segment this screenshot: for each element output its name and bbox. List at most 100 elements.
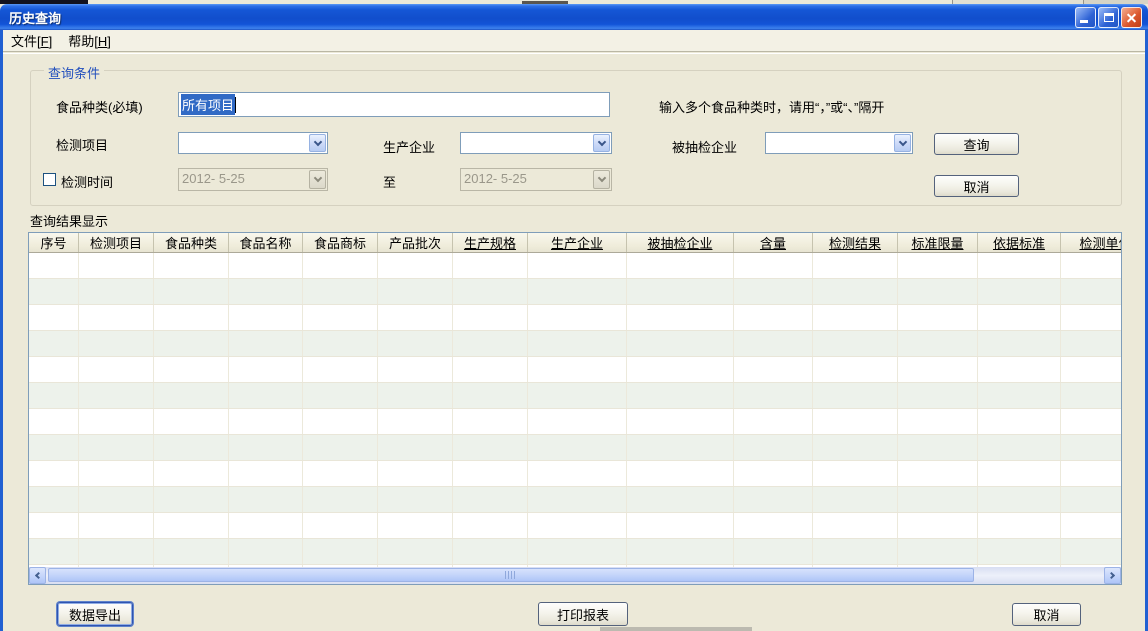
column-header[interactable]: 含量 xyxy=(734,233,813,252)
table-cell xyxy=(813,279,898,304)
table-cell xyxy=(734,513,813,538)
table-cell xyxy=(1061,539,1121,564)
table-cell xyxy=(303,253,378,278)
column-header[interactable]: 依据标准 xyxy=(978,233,1061,252)
column-header[interactable]: 检测项目 xyxy=(79,233,154,252)
table-cell xyxy=(79,331,154,356)
table-cell xyxy=(79,357,154,382)
print-report-button[interactable]: 打印报表 xyxy=(538,602,628,626)
table-cell xyxy=(453,331,528,356)
table-cell xyxy=(734,383,813,408)
table-cell xyxy=(229,253,303,278)
producer-label: 生产企业 xyxy=(383,137,435,156)
table-cell xyxy=(627,357,734,382)
table-cell xyxy=(303,357,378,382)
horizontal-scrollbar[interactable] xyxy=(29,567,1121,584)
table-cell xyxy=(453,461,528,486)
table-cell xyxy=(79,409,154,434)
table-cell xyxy=(528,435,627,460)
table-cell xyxy=(303,383,378,408)
column-header[interactable]: 被抽检企业 xyxy=(627,233,734,252)
sampled-company-combobox[interactable] xyxy=(765,132,913,154)
table-cell xyxy=(303,279,378,304)
table-cell xyxy=(898,539,978,564)
scrollbar-thumb[interactable] xyxy=(48,568,974,582)
table-cell xyxy=(528,513,627,538)
table-row xyxy=(29,435,1121,461)
table-cell xyxy=(79,253,154,278)
table-cell xyxy=(1061,461,1121,486)
chevron-down-icon[interactable] xyxy=(894,134,911,152)
text-caret xyxy=(235,97,236,113)
table-cell xyxy=(898,513,978,538)
menu-item-file[interactable]: 文件[F] xyxy=(3,29,60,52)
cancel-query-button[interactable]: 取消 xyxy=(934,175,1019,197)
title-bar[interactable]: 历史查询 xyxy=(0,4,1148,30)
table-cell xyxy=(813,513,898,538)
table-cell xyxy=(303,461,378,486)
table-cell xyxy=(229,357,303,382)
table-row xyxy=(29,539,1121,565)
results-table: 序号检测项目食品种类食品名称食品商标产品批次生产规格生产企业被抽检企业含量检测结… xyxy=(28,232,1122,585)
table-body xyxy=(29,253,1121,567)
close-button[interactable] xyxy=(1121,7,1142,28)
table-cell xyxy=(734,357,813,382)
minimize-button[interactable] xyxy=(1075,7,1096,28)
table-cell xyxy=(79,305,154,330)
table-cell xyxy=(229,305,303,330)
column-header[interactable]: 食品名称 xyxy=(229,233,303,252)
scroll-left-button[interactable] xyxy=(29,567,46,584)
column-header[interactable]: 食品种类 xyxy=(154,233,229,252)
test-item-label: 检测项目 xyxy=(56,135,108,154)
table-cell xyxy=(378,383,453,408)
table-row xyxy=(29,487,1121,513)
table-cell xyxy=(898,357,978,382)
table-cell xyxy=(734,331,813,356)
cancel-button[interactable]: 取消 xyxy=(1012,603,1081,626)
table-cell xyxy=(627,409,734,434)
column-header[interactable]: 序号 xyxy=(29,233,79,252)
chevron-down-icon[interactable] xyxy=(309,134,326,152)
combobox-value xyxy=(766,133,893,153)
table-row xyxy=(29,331,1121,357)
table-cell xyxy=(154,461,229,486)
date-from-value: 2012- 5-25 xyxy=(179,169,308,190)
menu-item-help[interactable]: 帮助[H] xyxy=(60,29,119,52)
table-cell xyxy=(627,435,734,460)
table-cell xyxy=(154,279,229,304)
export-data-button[interactable]: 数据导出 xyxy=(57,602,133,626)
column-header[interactable]: 生产企业 xyxy=(528,233,627,252)
table-cell xyxy=(813,487,898,512)
combobox-value xyxy=(179,133,308,153)
table-cell xyxy=(303,487,378,512)
table-cell xyxy=(627,279,734,304)
table-cell xyxy=(898,487,978,512)
chevron-down-icon[interactable] xyxy=(593,134,610,152)
time-filter-checkbox[interactable] xyxy=(43,173,56,186)
food-type-input[interactable]: 所有项目 xyxy=(178,92,610,117)
column-header[interactable]: 检测单位 xyxy=(1061,233,1121,252)
table-cell xyxy=(1061,253,1121,278)
column-header[interactable]: 标准限量 xyxy=(898,233,978,252)
table-cell xyxy=(734,409,813,434)
maximize-button[interactable] xyxy=(1098,7,1119,28)
table-cell xyxy=(154,383,229,408)
table-cell xyxy=(378,435,453,460)
producer-combobox[interactable] xyxy=(460,132,612,154)
table-row xyxy=(29,357,1121,383)
column-header[interactable]: 食品商标 xyxy=(303,233,378,252)
scroll-right-button[interactable] xyxy=(1104,567,1121,584)
test-item-combobox[interactable] xyxy=(178,132,328,154)
scrollbar-track[interactable] xyxy=(46,567,1104,584)
query-button[interactable]: 查询 xyxy=(934,133,1019,155)
column-header[interactable]: 检测结果 xyxy=(813,233,898,252)
table-cell xyxy=(378,513,453,538)
table-cell xyxy=(453,409,528,434)
table-row xyxy=(29,513,1121,539)
table-cell xyxy=(154,487,229,512)
column-header[interactable]: 产品批次 xyxy=(378,233,453,252)
table-cell xyxy=(79,461,154,486)
column-header[interactable]: 生产规格 xyxy=(453,233,528,252)
table-cell xyxy=(29,383,79,408)
table-cell xyxy=(229,383,303,408)
